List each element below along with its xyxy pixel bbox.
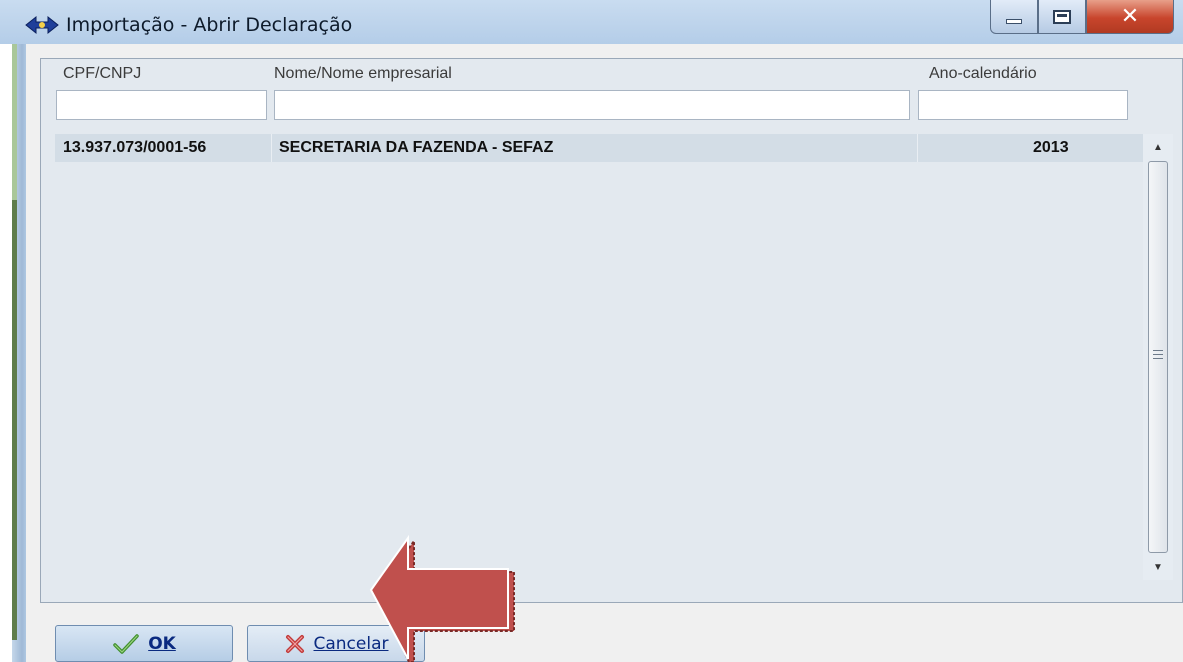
scrollbar-grip-icon <box>1153 350 1163 362</box>
minimize-icon <box>1006 19 1022 24</box>
background-strip-dark <box>12 200 17 640</box>
cell-cpf-cnpj: 13.937.073/0001-56 <box>63 139 207 156</box>
close-icon: ✕ <box>1120 3 1140 29</box>
background-strip <box>12 44 17 200</box>
cell-nome: SECRETARIA DA FAZENDA - SEFAZ <box>279 139 554 156</box>
maximize-icon <box>1053 9 1071 24</box>
column-header-ano: Ano-calendário <box>929 65 1037 82</box>
filter-nome-input[interactable] <box>274 90 910 120</box>
app-diamond-arrow-icon <box>25 15 59 35</box>
vertical-scrollbar[interactable]: ▲ ▼ <box>1143 134 1173 580</box>
scroll-down-arrow-icon[interactable]: ▼ <box>1143 554 1173 580</box>
filter-ano-input[interactable] <box>918 90 1128 120</box>
cancel-button[interactable]: Cancelar <box>247 625 425 662</box>
column-header-nome: Nome/Nome empresarial <box>274 65 452 82</box>
dialog-client-area: CPF/CNPJ Nome/Nome empresarial Ano-calen… <box>26 44 1183 662</box>
close-button[interactable]: ✕ <box>1086 0 1174 34</box>
maximize-button[interactable] <box>1038 0 1086 34</box>
x-mark-icon <box>285 634 304 653</box>
button-bar: OK Cancelar <box>26 603 1183 662</box>
ok-button[interactable]: OK <box>55 625 233 662</box>
filter-cpf-cnpj-input[interactable] <box>56 90 267 120</box>
window-title: Importação - Abrir Declaração <box>66 14 353 36</box>
declaration-list-panel: CPF/CNPJ Nome/Nome empresarial Ano-calen… <box>40 58 1183 603</box>
column-divider <box>917 134 918 162</box>
dialog-window: Importação - Abrir Declaração ✕ CPF/CNPJ… <box>0 0 1183 662</box>
cancel-button-label: Cancelar <box>313 633 389 654</box>
scroll-up-arrow-icon[interactable]: ▲ <box>1143 134 1173 160</box>
ok-button-label: OK <box>148 633 176 654</box>
column-divider <box>271 134 272 162</box>
minimize-button[interactable] <box>990 0 1038 34</box>
column-header-cpf-cnpj: CPF/CNPJ <box>63 65 142 82</box>
scrollbar-thumb[interactable] <box>1148 161 1168 553</box>
table-row[interactable]: 13.937.073/0001-56 SECRETARIA DA FAZENDA… <box>55 134 1155 162</box>
checkmark-icon <box>113 633 139 654</box>
cell-ano: 2013 <box>1033 139 1069 156</box>
title-bar[interactable]: Importação - Abrir Declaração ✕ <box>0 0 1183 44</box>
